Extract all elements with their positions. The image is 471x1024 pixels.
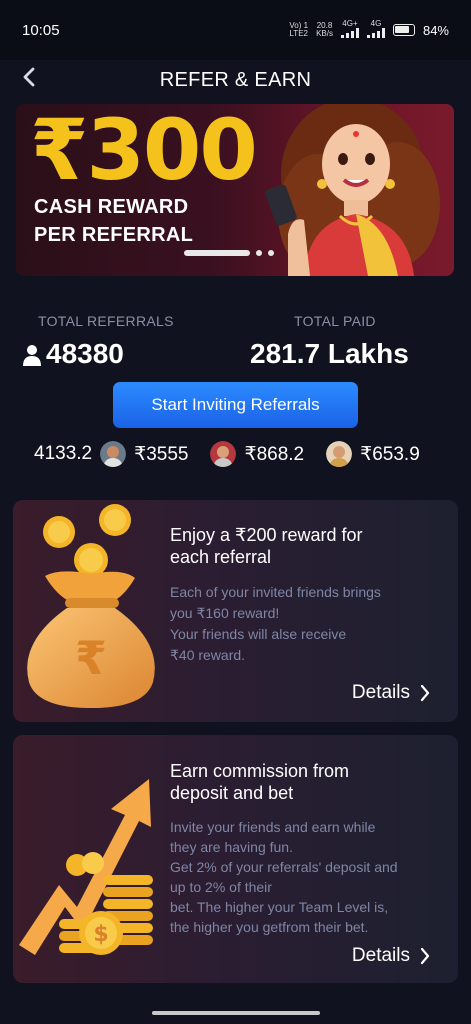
card1-desc-line: you ₹160 reward!	[170, 605, 280, 621]
banner-amount: ₹300	[30, 104, 258, 199]
carousel-dot-active	[184, 250, 250, 256]
speed-unit: KB/s	[316, 29, 333, 38]
card1-description: Each of your invited friends brings you …	[170, 582, 381, 666]
card2-title-line1: Earn commission from	[170, 761, 350, 781]
total-referrals-label: TOTAL REFERRALS	[38, 313, 174, 329]
carousel-indicator	[184, 250, 274, 256]
carousel-dot	[268, 250, 274, 256]
network-type-1: 4G+	[340, 19, 359, 40]
card1-title: Enjoy a ₹200 reward for each referral	[170, 524, 363, 568]
total-paid-label: TOTAL PAID	[294, 313, 376, 329]
ticker-track: 4133.2 ₹3555 ₹868.2 ₹653.9	[34, 441, 420, 467]
ticker-amount: ₹653.9	[360, 443, 420, 465]
svg-text:$: $	[93, 922, 108, 947]
banner-line1: CASH REWARD	[34, 196, 189, 218]
card2-title: Earn commission from deposit and bet	[170, 760, 349, 804]
card2-desc-line: Invite your friends and earn while	[170, 819, 376, 835]
card1-details-button[interactable]: Details	[352, 682, 430, 704]
card2-desc-line: the higher you getfrom their bet.	[170, 919, 369, 935]
signal-icon	[340, 28, 359, 38]
woman-with-phone-illustration	[265, 104, 440, 276]
growth-arrow-coins-icon: $	[19, 779, 153, 955]
start-inviting-button[interactable]: Start Inviting Referrals	[113, 382, 358, 428]
chevron-left-icon	[23, 67, 35, 87]
referral-reward-card: ₹ Enjoy a ₹200 reward for each referral …	[13, 500, 458, 722]
ticker-amount: 4133.2	[34, 443, 93, 464]
ticker-item: ₹868.2	[244, 441, 353, 467]
network-label: Vo) 1 LTE2	[289, 22, 308, 38]
net-type1-label: 4G+	[342, 19, 358, 28]
card2-details-button[interactable]: Details	[352, 945, 430, 967]
chevron-right-icon	[420, 947, 430, 965]
network-line2: LTE2	[289, 29, 308, 38]
network-type-2: 4G	[366, 19, 385, 40]
battery-icon	[392, 24, 415, 36]
ticker-amount: ₹868.2	[244, 443, 305, 465]
avatar	[210, 441, 237, 467]
card2-desc-line: bet. The higher your Team Level is,	[170, 899, 389, 915]
app-header: REFER & EARN	[0, 60, 471, 100]
card2-desc-line: up to 2% of their	[170, 879, 272, 895]
banner-line2: PER REFERRAL	[34, 224, 194, 246]
card1-title-line2: each referral	[170, 547, 272, 567]
page-title: REFER & EARN	[159, 68, 312, 91]
speed-label: 20.8 KB/s	[316, 22, 333, 38]
details-label: Details	[351, 682, 410, 703]
total-referrals-value: 48380	[46, 338, 124, 369]
card2-description: Invite your friends and earn while they …	[170, 817, 398, 937]
person-icon	[23, 345, 41, 366]
chevron-right-icon	[420, 684, 430, 702]
details-label: Details	[351, 945, 410, 966]
battery-percent: 84%	[422, 22, 449, 38]
card1-desc-line: Your friends will alse receive	[170, 626, 347, 642]
net-type2-label: 4G	[370, 19, 382, 28]
back-button[interactable]	[16, 64, 42, 90]
card2-title-line2: deposit and bet	[170, 783, 294, 803]
ticker-item: 4133.2	[34, 441, 127, 467]
card1-desc-line: ₹40 reward.	[170, 647, 246, 663]
payout-ticker: 4133.2 ₹3555 ₹868.2 ₹653.9	[0, 436, 471, 472]
signal-icon	[366, 28, 385, 38]
ticker-item: ₹653.9	[360, 443, 420, 466]
promo-banner[interactable]: ₹300 CASH REWARD PER REFERRAL	[16, 104, 454, 276]
card1-title-line1: Enjoy a ₹200 reward for	[170, 525, 363, 545]
status-icons: Vo) 1 LTE2 20.8 KB/s 4G+ 4G 84%	[289, 20, 449, 40]
ticker-item: ₹3555	[134, 441, 237, 467]
card1-desc-line: Each of your invited friends brings	[170, 584, 381, 600]
card2-desc-line: Get 2% of your referrals' deposit and	[170, 859, 398, 875]
total-paid-value: 281.7 Lakhs	[250, 338, 409, 369]
commission-card: $ Earn commission from deposit and bet I…	[13, 735, 458, 983]
status-bar: 10:05 Vo) 1 LTE2 20.8 KB/s 4G+ 4G 84%	[0, 0, 471, 60]
home-indicator[interactable]	[152, 1011, 320, 1015]
avatar	[100, 441, 127, 467]
carousel-dot	[256, 250, 262, 256]
card2-desc-line: they are having fun.	[170, 839, 293, 855]
money-bag-icon: ₹	[27, 504, 155, 708]
ticker-amount: ₹3555	[134, 443, 189, 465]
svg-text:₹: ₹	[75, 631, 107, 685]
status-time: 10:05	[22, 21, 60, 39]
avatar	[326, 441, 353, 467]
